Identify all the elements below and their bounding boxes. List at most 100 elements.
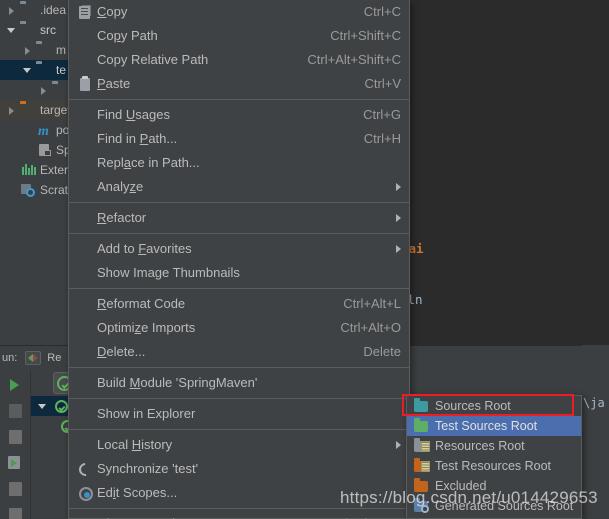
menu-item-label: Find in Path... — [97, 131, 178, 146]
rerun-icon[interactable] — [4, 374, 26, 396]
menu-separator — [69, 429, 409, 430]
menu-item-label: Paste — [97, 76, 131, 91]
menu-separator — [69, 288, 409, 289]
chevron-right-icon — [396, 245, 401, 253]
menu-item-synchronize[interactable]: Synchronize 'test' — [69, 457, 409, 481]
run-config-icon[interactable] — [25, 351, 42, 365]
context-menu[interactable]: Copy Ctrl+C Copy Path Ctrl+Shift+C Copy … — [68, 0, 410, 519]
menu-item-refactor[interactable]: Refactor — [69, 206, 409, 230]
blank-icon — [77, 52, 97, 68]
menu-item-label: Local History — [97, 437, 173, 452]
chevron-right-icon[interactable] — [6, 105, 17, 116]
submenu-item-excluded[interactable]: Excluded — [407, 476, 581, 496]
menu-item-copy[interactable]: Copy Ctrl+C — [69, 0, 409, 24]
run-config-name: Re — [47, 352, 62, 364]
export-icon[interactable] — [4, 452, 26, 474]
folder-generated-icon — [413, 498, 431, 514]
menu-item-build-module[interactable]: Build Module 'SpringMaven' — [69, 371, 409, 395]
folder-gray-icon — [36, 62, 52, 78]
menu-item-local-history[interactable]: Local History — [69, 433, 409, 457]
submenu-item-test-sources-root[interactable]: Test Sources Root — [407, 416, 581, 436]
menu-item-label: Add to Favorites — [97, 241, 192, 256]
folder-gray-icon — [36, 42, 52, 58]
ide-window: .idea src m te target m External Scratch… — [0, 0, 609, 519]
chevron-right-icon[interactable] — [22, 45, 33, 56]
menu-item-label: Copy Relative Path — [97, 52, 209, 67]
menu-item-label: Edit Scopes... — [97, 485, 178, 500]
chevron-down-icon[interactable] — [6, 25, 17, 36]
menu-item-shortcut: Ctrl+Alt+O — [340, 320, 401, 335]
submenu-item-resources-root[interactable]: Resources Root — [407, 436, 581, 456]
menu-item-copy-path[interactable]: Copy Path Ctrl+Shift+C — [69, 24, 409, 48]
blank-icon — [77, 375, 97, 391]
pause-icon[interactable] — [4, 400, 26, 422]
submenu-item-test-resources-root[interactable]: Test Resources Root — [407, 456, 581, 476]
tree-item-label: target — [40, 103, 71, 117]
submenu-item-sources-root[interactable]: Sources Root — [407, 396, 581, 416]
menu-item-label: Analyze — [97, 179, 144, 194]
menu-item-label: Delete... — [97, 344, 146, 359]
submenu-item-label: Generated Sources Root — [435, 499, 574, 513]
blank-icon — [77, 320, 97, 336]
menu-item-paste[interactable]: Paste Ctrl+V — [69, 72, 409, 96]
blank-icon — [77, 265, 97, 281]
menu-item-directory-path[interactable]: Directory Path Ctrl+Alt+F12 — [69, 512, 409, 519]
menu-item-shortcut: Ctrl+Alt+L — [343, 296, 401, 311]
copy-icon — [77, 4, 97, 20]
mark-directory-as-submenu[interactable]: Sources Root Test Sources Root Resources… — [406, 395, 582, 519]
sync-icon — [76, 460, 97, 479]
menu-separator — [69, 202, 409, 203]
menu-item-show-in-explorer[interactable]: Show in Explorer — [69, 402, 409, 426]
submenu-item-generated-sources-root[interactable]: Generated Sources Root — [407, 496, 581, 516]
blank-icon — [77, 155, 97, 171]
chevron-right-icon[interactable] — [38, 85, 49, 96]
menu-item-analyze[interactable]: Analyze — [69, 175, 409, 199]
menu-separator — [69, 233, 409, 234]
blank-icon — [77, 210, 97, 226]
menu-item-optimize-imports[interactable]: Optimize Imports Ctrl+Alt+O — [69, 316, 409, 340]
print-icon[interactable] — [4, 478, 26, 500]
menu-item-replace-in-path[interactable]: Replace in Path... — [69, 151, 409, 175]
menu-item-label: Directory Path — [97, 512, 316, 519]
menu-item-find-usages[interactable]: Find Usages Ctrl+G — [69, 103, 409, 127]
chevron-down-icon[interactable] — [22, 65, 33, 76]
menu-item-label: Show in Explorer — [97, 406, 196, 421]
menu-item-label: Replace in Path... — [97, 155, 200, 170]
menu-item-reformat-code[interactable]: Reformat Code Ctrl+Alt+L — [69, 292, 409, 316]
chevron-right-icon[interactable] — [6, 5, 17, 16]
chevron-down-icon[interactable] — [37, 401, 48, 412]
menu-item-copy-relative-path[interactable]: Copy Relative Path Ctrl+Alt+Shift+C — [69, 48, 409, 72]
run-toolbar[interactable] — [0, 370, 30, 519]
settings-icon[interactable] — [4, 504, 26, 519]
menu-item-edit-scopes[interactable]: Edit Scopes... — [69, 481, 409, 505]
tree-item-label: src — [40, 23, 56, 37]
submenu-item-label: Test Resources Root — [435, 459, 552, 473]
folder-orange-icon — [20, 102, 36, 118]
menu-item-find-in-path[interactable]: Find in Path... Ctrl+H — [69, 127, 409, 151]
menu-item-shortcut: Ctrl+Alt+Shift+C — [307, 52, 401, 67]
folder-gray-icon — [52, 82, 68, 98]
tree-item-label: te — [56, 63, 67, 77]
stop-icon[interactable] — [4, 426, 26, 448]
menu-separator — [69, 398, 409, 399]
menu-separator — [69, 99, 409, 100]
tree-item-label: .idea — [40, 3, 67, 17]
menu-item-show-image-thumbnails[interactable]: Show Image Thumbnails — [69, 261, 409, 285]
folder-gray-icon — [20, 22, 36, 38]
menu-item-label: Build Module 'SpringMaven' — [97, 375, 258, 390]
maven-m-icon: m — [38, 124, 49, 139]
iml-module-icon — [36, 142, 52, 158]
menu-item-add-to-favorites[interactable]: Add to Favorites — [69, 237, 409, 261]
libraries-icon — [20, 162, 36, 178]
menu-item-shortcut: Ctrl+V — [364, 76, 401, 91]
menu-item-shortcut: Delete — [363, 344, 401, 359]
scope-icon — [77, 485, 97, 501]
paste-icon — [77, 76, 97, 92]
menu-item-shortcut: Ctrl+C — [363, 4, 401, 19]
menu-item-delete[interactable]: Delete... Delete — [69, 340, 409, 364]
blank-icon — [77, 107, 97, 123]
folder-orange-icon — [413, 478, 431, 494]
